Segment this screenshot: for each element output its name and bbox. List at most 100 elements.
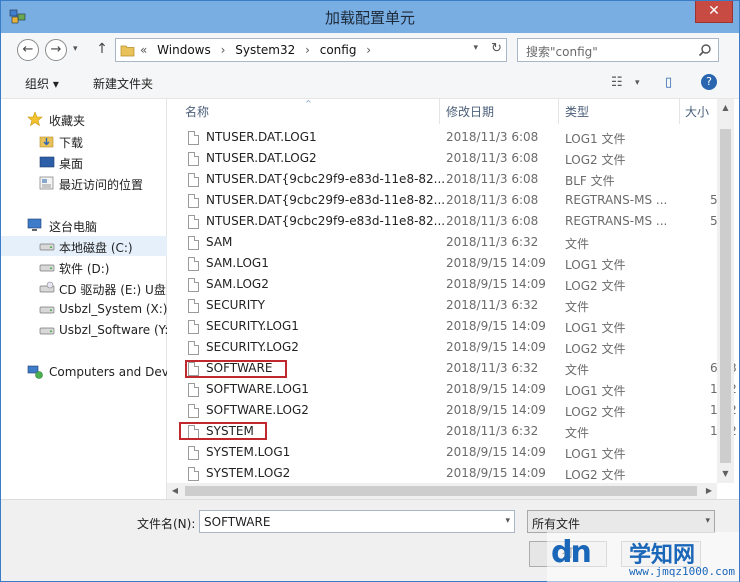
new-folder-button[interactable]: 新建文件夹 [93, 75, 153, 92]
file-row[interactable]: NTUSER.DAT{9cbc29f9-e83d-11e8-82... 2018/… [167, 211, 719, 232]
column-divider[interactable] [679, 99, 680, 124]
file-type-select[interactable]: 所有文件 ▾ [527, 510, 715, 533]
address-dropdown-icon[interactable]: ▾ [473, 43, 478, 53]
search-icon[interactable] [698, 43, 712, 57]
file-date: 2018/9/15 14:09 [446, 319, 546, 333]
file-icon [188, 236, 199, 250]
file-type: 文件 [565, 426, 590, 440]
nav-drive-x[interactable]: Usbzl_System (X:) [1, 299, 167, 319]
view-options-icon[interactable]: ☷ [611, 75, 623, 90]
scroll-right-icon[interactable]: ▶ [703, 486, 715, 495]
file-icon [188, 320, 199, 334]
file-row[interactable]: SECURITY 2018/11/3 6:32 文件 [167, 295, 719, 316]
breadcrumb-windows[interactable]: Windows [157, 43, 211, 57]
breadcrumb-overflow[interactable]: « [140, 43, 147, 57]
file-type: BLF 文件 [565, 174, 615, 188]
horizontal-scrollbar[interactable]: ◀ ▶ [167, 483, 717, 499]
file-name: NTUSER.DAT.LOG2 [206, 151, 317, 165]
file-date: 2018/11/3 6:32 [446, 424, 539, 438]
recent-dropdown-icon[interactable]: ▾ [73, 44, 78, 54]
file-row[interactable]: SECURITY.LOG1 2018/9/15 14:09 LOG1 文件 [167, 316, 719, 337]
file-row[interactable]: NTUSER.DAT.LOG2 2018/11/3 6:08 LOG2 文件 [167, 148, 719, 169]
file-name: SOFTWARE.LOG1 [206, 382, 309, 396]
help-icon[interactable]: ? [701, 74, 717, 90]
file-date: 2018/11/3 6:08 [446, 130, 539, 144]
vertical-scroll-thumb[interactable] [720, 129, 731, 463]
file-date: 2018/9/15 14:09 [446, 277, 546, 291]
file-row[interactable]: SAM.LOG2 2018/9/15 14:09 LOG2 文件 [167, 274, 719, 295]
nav-drive-d[interactable]: 软件 (D:) [1, 257, 167, 277]
scroll-left-icon[interactable]: ◀ [169, 486, 181, 495]
file-row[interactable]: NTUSER.DAT.LOG1 2018/11/3 6:08 LOG1 文件 [167, 127, 719, 148]
file-type: LOG1 文件 [565, 447, 626, 461]
organize-button[interactable]: 组织 ▾ [25, 75, 59, 92]
chevron-down-icon[interactable]: ▾ [505, 516, 510, 526]
file-date: 2018/9/15 14:09 [446, 256, 546, 270]
file-icon [188, 131, 199, 145]
address-bar[interactable]: « Windows › System32 › config › ▾ ↻ [115, 38, 507, 62]
column-header-name[interactable]: 名称 [185, 103, 209, 120]
file-type: LOG2 文件 [565, 279, 626, 293]
file-row[interactable]: NTUSER.DAT{9cbc29f9-e83d-11e8-82... 2018/… [167, 169, 719, 190]
file-type: LOG1 文件 [565, 132, 626, 146]
nav-network[interactable]: Computers and Dev [1, 362, 167, 382]
breadcrumb-separator[interactable]: › [366, 43, 371, 57]
file-icon [188, 467, 199, 481]
scroll-up-icon[interactable]: ▲ [717, 103, 734, 112]
file-icon [188, 173, 199, 187]
refresh-icon[interactable]: ↻ [491, 41, 502, 56]
file-row[interactable]: SECURITY.LOG2 2018/9/15 14:09 LOG2 文件 [167, 337, 719, 358]
nav-drive-c[interactable]: 本地磁盘 (C:) [1, 236, 167, 256]
close-button[interactable]: ✕ [695, 1, 733, 23]
up-button[interactable]: ↑ [94, 41, 110, 59]
file-type: LOG2 文件 [565, 468, 626, 482]
file-row[interactable]: SYSTEM.LOG1 2018/9/15 14:09 LOG1 文件 [167, 442, 719, 463]
file-date: 2018/11/3 6:32 [446, 361, 539, 375]
file-icon [188, 257, 199, 271]
file-icon [188, 383, 199, 397]
drive-icon [39, 327, 55, 335]
breadcrumb-separator[interactable]: › [305, 43, 310, 57]
column-header-date[interactable]: 修改日期 [446, 103, 494, 120]
breadcrumb-system32[interactable]: System32 [235, 43, 295, 57]
breadcrumb-separator[interactable]: › [221, 43, 226, 57]
column-divider[interactable] [439, 99, 440, 124]
load-hive-dialog: 加载配置单元 ✕ ← → ▾ ↑ « Windows › System32 › … [0, 0, 740, 582]
file-row[interactable]: SOFTWARE.LOG12018/9/15 14:09LOG1 文件10,2 [167, 379, 737, 400]
file-row[interactable]: SAM 2018/11/3 6:32 文件 [167, 232, 719, 253]
nav-recent-places[interactable]: 最近访问的位置 [1, 173, 167, 193]
column-header-size[interactable]: 大小 [685, 103, 709, 120]
navigation-pane: 收藏夹 下载 桌面 最近访问的位置 这台电脑 本地磁盘 (C:) 软件 (D:) [1, 99, 167, 499]
star-icon [27, 112, 43, 126]
search-box[interactable]: 搜索"config" [517, 38, 719, 62]
nav-drive-e[interactable]: CD 驱动器 (E:) U盘 [1, 278, 167, 298]
file-row[interactable]: SOFTWARE.LOG22018/9/15 14:09LOG2 文件10,2 [167, 400, 737, 421]
forward-button[interactable]: → [45, 39, 67, 61]
file-name: SECURITY.LOG1 [206, 319, 299, 333]
back-button[interactable]: ← [17, 39, 39, 61]
file-type: REGTRANS-MS ... [565, 214, 668, 228]
watermark-logo: dn [551, 535, 592, 570]
nav-favorites[interactable]: 收藏夹 [1, 109, 167, 129]
file-row[interactable]: SYSTEM.LOG2 2018/9/15 14:09 LOG2 文件 [167, 463, 719, 484]
preview-pane-icon[interactable]: ▯ [665, 75, 672, 90]
vertical-scrollbar[interactable]: ▲ ▼ [717, 99, 734, 483]
filename-input[interactable]: SOFTWARE ▾ [199, 510, 515, 533]
nav-this-pc[interactable]: 这台电脑 [1, 215, 167, 235]
file-row[interactable]: NTUSER.DAT{9cbc29f9-e83d-11e8-82... 2018/… [167, 190, 719, 211]
nav-this-pc-label: 这台电脑 [49, 220, 98, 234]
view-dropdown-icon[interactable]: ▾ [635, 78, 640, 88]
nav-downloads[interactable]: 下载 [1, 131, 167, 151]
file-row[interactable]: SAM.LOG1 2018/9/15 14:09 LOG1 文件 [167, 253, 719, 274]
nav-drive-x-label: Usbzl_System (X:) [59, 302, 167, 316]
breadcrumb-config[interactable]: config [320, 43, 357, 57]
nav-drive-d-label: 软件 (D:) [59, 262, 110, 276]
chevron-down-icon[interactable]: ▾ [705, 516, 710, 526]
file-type: 文件 [565, 363, 590, 377]
scroll-down-icon[interactable]: ▼ [717, 469, 734, 478]
column-divider[interactable] [558, 99, 559, 124]
horizontal-scroll-thumb[interactable] [185, 486, 697, 496]
column-header-type[interactable]: 类型 [565, 103, 589, 120]
nav-drive-y[interactable]: Usbzl_Software (Y: [1, 320, 167, 340]
nav-desktop[interactable]: 桌面 [1, 152, 167, 172]
